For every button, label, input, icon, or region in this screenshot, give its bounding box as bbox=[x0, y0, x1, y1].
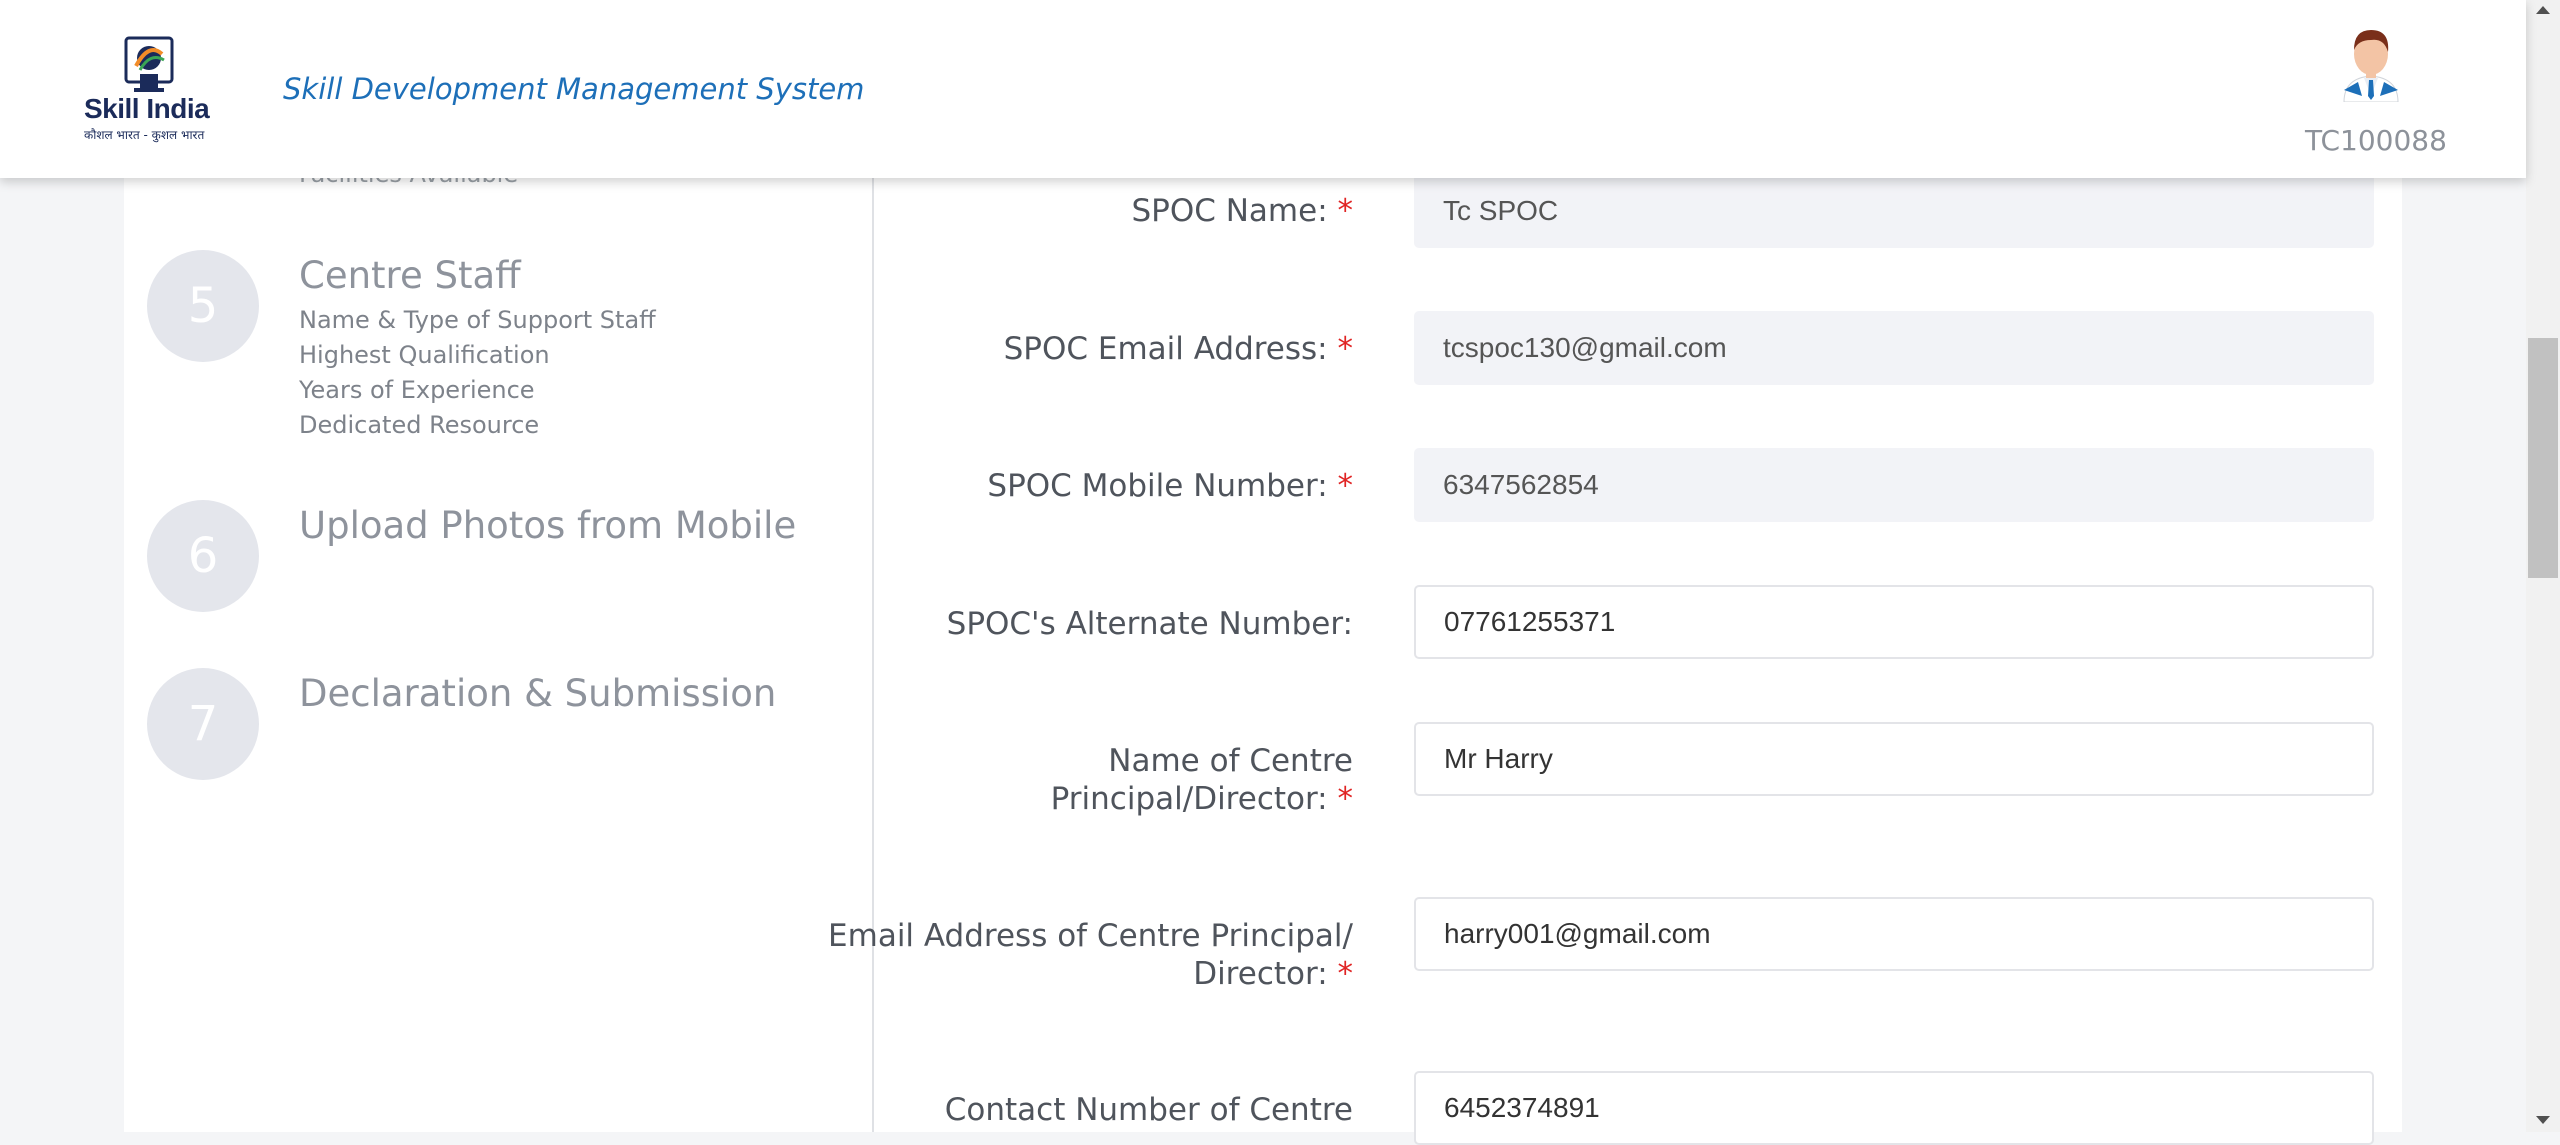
principal-email-value: harry001@gmail.com bbox=[1444, 918, 1711, 949]
required-marker: * bbox=[1337, 331, 1354, 367]
user-avatar-icon[interactable] bbox=[2336, 26, 2406, 102]
user-id[interactable]: TC100088 bbox=[2305, 124, 2447, 157]
principal-contact-label: Contact Number of Centre bbox=[944, 1092, 1353, 1128]
step-5-subtext: Years of Experience bbox=[299, 376, 535, 404]
spoc-alternate-input[interactable]: 07761255371 bbox=[1414, 585, 2374, 659]
principal-contact-input[interactable]: 6452374891 bbox=[1414, 1071, 2374, 1145]
spoc-name-value: Tc SPOC bbox=[1443, 195, 1559, 226]
logo-tagline: कौशल भारत - कुशल भारत bbox=[84, 128, 205, 142]
spoc-mobile-value: 6347562854 bbox=[1443, 469, 1599, 500]
step-5-subtext: Name & Type of Support Staff bbox=[299, 306, 656, 334]
step-5-subtext: Dedicated Resource bbox=[299, 411, 540, 439]
step-5-subtext: Highest Qualification bbox=[299, 341, 550, 369]
principal-name-input[interactable]: Mr Harry bbox=[1414, 722, 2374, 796]
required-marker: * bbox=[1337, 781, 1354, 817]
principal-email-input[interactable]: harry001@gmail.com bbox=[1414, 897, 2374, 971]
principal-name-label: Name of Centre Principal/Director: * bbox=[1050, 743, 1354, 817]
required-marker: * bbox=[1337, 468, 1354, 504]
spoc-email-value: tcspoc130@gmail.com bbox=[1443, 332, 1727, 363]
step-7-title[interactable]: Declaration & Submission bbox=[299, 672, 776, 715]
scroll-up-arrow-icon[interactable] bbox=[2536, 6, 2550, 14]
spoc-email-label: SPOC Email Address: * bbox=[1003, 331, 1354, 367]
spoc-alternate-value: 07761255371 bbox=[1444, 606, 1616, 637]
required-marker: * bbox=[1337, 956, 1354, 992]
app-title[interactable]: Skill Development Management System bbox=[283, 72, 864, 106]
principal-email-label: Email Address of Centre Principal/ Direc… bbox=[828, 918, 1354, 992]
spoc-email-field[interactable]: tcspoc130@gmail.com bbox=[1414, 311, 2374, 385]
principal-contact-value: 6452374891 bbox=[1444, 1092, 1600, 1123]
step-6-title[interactable]: Upload Photos from Mobile bbox=[299, 504, 796, 547]
principal-name-value: Mr Harry bbox=[1444, 743, 1553, 774]
spoc-name-field[interactable]: Tc SPOC bbox=[1414, 174, 2374, 248]
scrollbar-thumb[interactable] bbox=[2528, 338, 2558, 578]
logo-text: Skill India bbox=[84, 93, 210, 124]
required-marker: * bbox=[1337, 193, 1354, 229]
step-7-circle[interactable]: 7 bbox=[147, 668, 259, 780]
step-5-circle[interactable]: 5 bbox=[147, 250, 259, 362]
step-6-circle[interactable]: 6 bbox=[147, 500, 259, 612]
top-header: Skill India कौशल भारत - कुशल भारत Skill … bbox=[0, 0, 2526, 178]
scroll-down-arrow-icon[interactable] bbox=[2536, 1116, 2550, 1124]
spoc-mobile-field[interactable]: 6347562854 bbox=[1414, 448, 2374, 522]
spoc-alternate-label: SPOC's Alternate Number: bbox=[946, 606, 1353, 642]
spoc-name-label: SPOC Name: * bbox=[1131, 193, 1354, 229]
spoc-mobile-label: SPOC Mobile Number: * bbox=[987, 468, 1354, 504]
step-5-title[interactable]: Centre Staff bbox=[299, 254, 521, 297]
